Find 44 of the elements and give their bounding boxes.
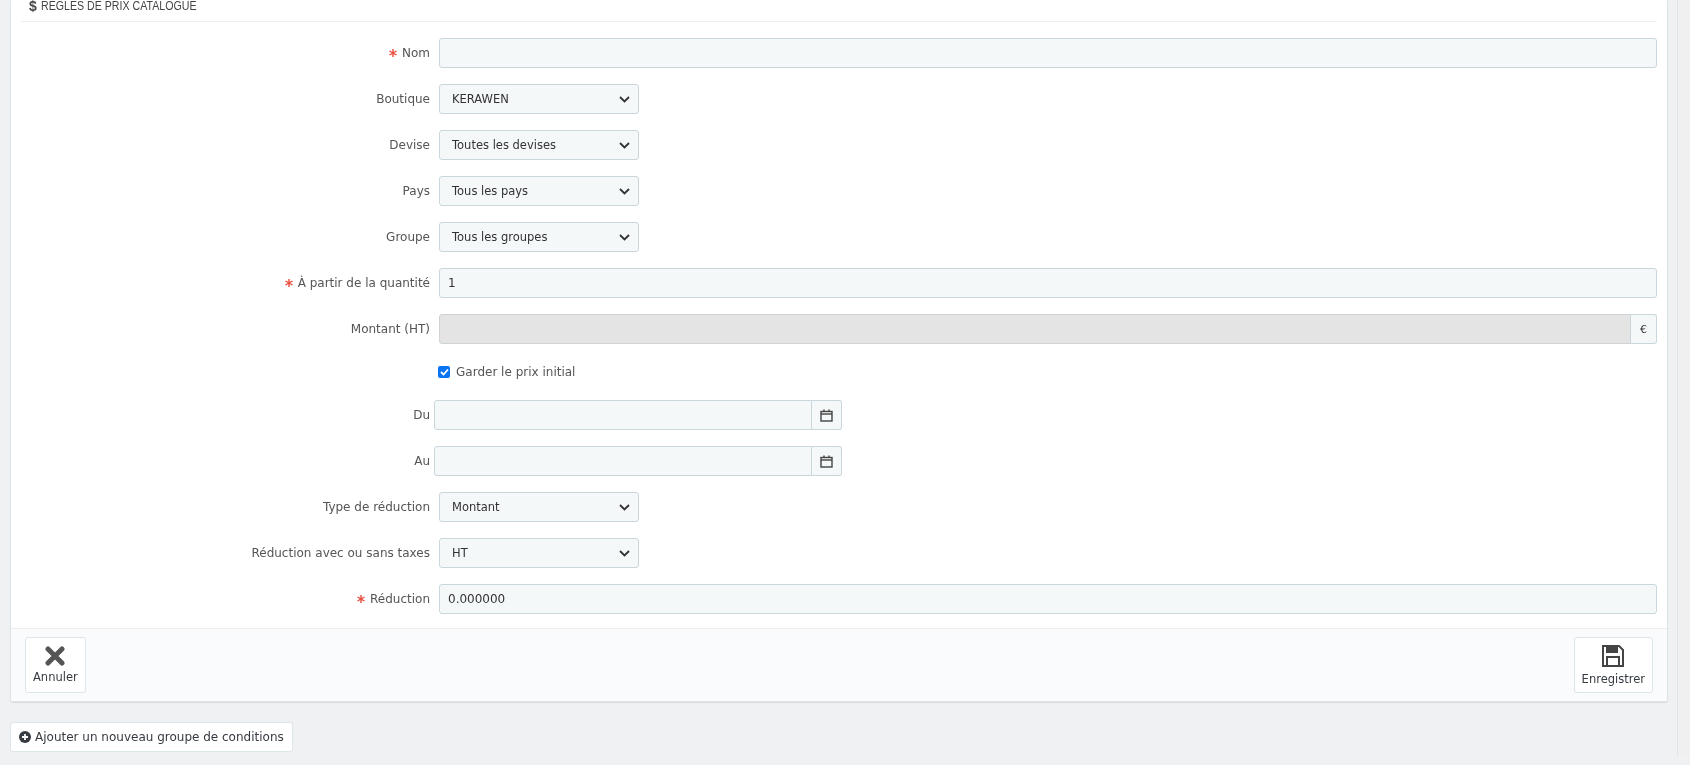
field-label: Du [413,408,430,422]
checkbox-label: Garder le prix initial [456,365,576,379]
date-field[interactable] [434,446,812,476]
input-field[interactable] [439,38,1657,68]
chevron-down-icon [619,95,630,103]
input-field[interactable]: 1 [439,268,1657,298]
save-button[interactable]: Enregistrer [1573,637,1653,693]
cancel-button[interactable]: Annuler [25,637,86,693]
field-label: Type de réduction [322,500,430,514]
select-field[interactable]: Tous les groupes [439,222,639,252]
input-field[interactable]: 0.000000 [439,584,1657,614]
select-field[interactable]: Tous les pays [439,176,639,206]
field-label: Boutique [376,92,430,106]
field-label: Devise [389,138,430,152]
heading-icon: $ [29,0,37,13]
select-field[interactable]: Montant [439,492,639,522]
select-field[interactable]: KERAWEN [439,84,639,114]
field-label: Nom [402,46,430,60]
field-label: Au [414,454,430,468]
close-icon [45,646,66,666]
plus-circle-icon [19,731,31,743]
calendar-button[interactable] [812,446,842,476]
chevron-down-icon [619,187,630,195]
field-label: Groupe [386,230,430,244]
field-label: Réduction [370,592,430,606]
field-label: Pays [402,184,430,198]
checkbox[interactable] [438,366,450,378]
chevron-down-icon [619,233,630,241]
date-field[interactable] [434,400,812,430]
calendar-icon [820,408,833,422]
currency-addon: € [1631,314,1657,344]
chevron-down-icon [619,141,630,149]
chevron-down-icon [619,503,630,511]
field-label: À partir de la quantité [297,276,430,290]
calendar-button[interactable] [812,400,842,430]
chevron-down-icon [619,549,630,557]
calendar-icon [820,454,833,468]
field-label: Réduction avec ou sans taxes [251,546,430,560]
add-condition-group-button[interactable]: Ajouter un nouveau groupe de conditions [10,722,293,752]
select-field[interactable]: HT [439,538,639,568]
panel-title: REGLES DE PRIX CATALOGUE [40,0,197,13]
select-field[interactable]: Toutes les devises [439,130,639,160]
save-icon [1601,644,1626,668]
field-label: Montant (HT) [350,322,430,336]
